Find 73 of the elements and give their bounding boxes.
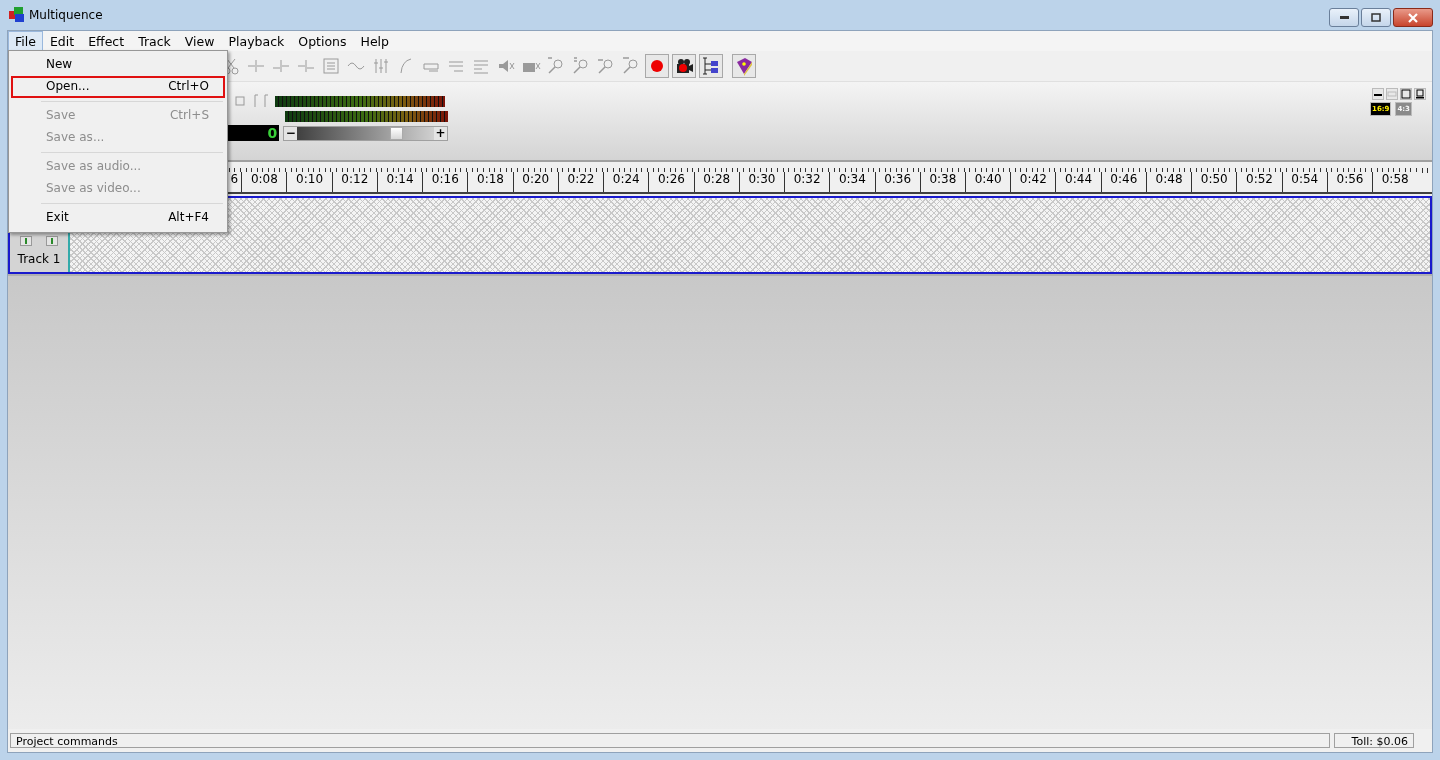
time-tick-label: 0:56 bbox=[1326, 172, 1373, 192]
diagram-button[interactable] bbox=[699, 54, 723, 78]
time-counter: 0 bbox=[225, 125, 280, 141]
monitor-view-button[interactable] bbox=[1414, 88, 1426, 100]
time-tick-label: 0:10 bbox=[286, 172, 332, 192]
time-tick-label: 0:50 bbox=[1191, 172, 1237, 192]
time-tick-label: 0:44 bbox=[1055, 172, 1101, 192]
monitor-view-icon bbox=[1415, 89, 1425, 99]
menu-item[interactable]: Options bbox=[291, 30, 354, 52]
record-button[interactable] bbox=[645, 54, 669, 78]
zoom-icon[interactable] bbox=[546, 56, 566, 76]
time-tick-label: 0:48 bbox=[1145, 172, 1192, 192]
minimize-view-button[interactable] bbox=[1372, 88, 1384, 100]
time-tick-label: 0:52 bbox=[1236, 172, 1282, 192]
diagram-icon bbox=[701, 56, 721, 76]
close-button[interactable] bbox=[1393, 8, 1433, 27]
time-tick-label: 0:32 bbox=[784, 172, 830, 192]
time-tick-label: 0:46 bbox=[1100, 172, 1146, 192]
menu-item[interactable]: Track bbox=[131, 30, 178, 52]
mute-toggle-icon bbox=[20, 236, 32, 246]
track-name: Track 1 bbox=[17, 252, 61, 266]
time-tick-label: 0:58 bbox=[1372, 172, 1418, 192]
time-tick-label: 0:36 bbox=[874, 172, 920, 192]
zoom-icon[interactable] bbox=[621, 56, 641, 76]
time-tick-label: 0:30 bbox=[738, 172, 785, 192]
time-tick-label: 0:16 bbox=[422, 172, 468, 192]
equalizer-icon[interactable] bbox=[371, 56, 391, 76]
time-tick-label: 0:24 bbox=[603, 172, 649, 192]
time-tick-label: 0:08 bbox=[241, 172, 287, 192]
menu-item[interactable]: File bbox=[8, 30, 43, 52]
volume-up-button[interactable]: + bbox=[434, 126, 447, 140]
video-record-button[interactable] bbox=[672, 54, 696, 78]
restore-icon bbox=[1371, 13, 1381, 22]
menu-option[interactable]: Open... Ctrl+O bbox=[11, 76, 225, 98]
zoom-icon[interactable] bbox=[596, 56, 616, 76]
time-tick-label: 0:22 bbox=[557, 172, 604, 192]
menu-option[interactable]: Exit Alt+F4 bbox=[11, 207, 225, 229]
time-tick-label: 0:12 bbox=[331, 172, 377, 192]
menu-item[interactable]: Edit bbox=[42, 30, 82, 52]
maximize-view-button[interactable] bbox=[1400, 88, 1412, 100]
time-tick-label: 0:14 bbox=[376, 172, 423, 192]
restore-view-icon bbox=[1387, 89, 1397, 99]
status-message: Project commands bbox=[10, 733, 1330, 748]
time-tick-label: 0:54 bbox=[1281, 172, 1327, 192]
toll-display: Toll: $0.06 bbox=[1334, 733, 1414, 748]
menu-item[interactable]: Playback bbox=[221, 30, 292, 52]
volume-down-button[interactable]: − bbox=[284, 126, 298, 140]
time-tick-label: 0:42 bbox=[1010, 172, 1056, 192]
time-tick-label: 0:38 bbox=[919, 172, 965, 192]
time-tick-label: 0:40 bbox=[965, 172, 1011, 192]
stop-icon bbox=[235, 96, 245, 106]
solo-toggle-icon bbox=[46, 236, 58, 246]
time-tick-label: 0:34 bbox=[829, 172, 875, 192]
time-tick-label: 0:26 bbox=[648, 172, 694, 192]
time-tick-label: 0:28 bbox=[693, 172, 739, 192]
zoom-icon[interactable] bbox=[571, 56, 591, 76]
restore-button[interactable] bbox=[1361, 8, 1391, 27]
close-icon bbox=[1408, 12, 1418, 23]
time-tick-label: 0:20 bbox=[512, 172, 558, 192]
list-icon[interactable] bbox=[321, 56, 341, 76]
app-logo-icon bbox=[9, 7, 25, 23]
minimize-icon bbox=[1339, 16, 1349, 19]
menu-option[interactable]: New bbox=[11, 54, 225, 76]
slider-thumb[interactable] bbox=[389, 126, 403, 140]
maximize-view-icon bbox=[1401, 89, 1411, 99]
volume-slider[interactable] bbox=[297, 126, 434, 140]
menu-item[interactable]: Effect bbox=[81, 30, 132, 52]
time-tick-label: 0:18 bbox=[467, 172, 513, 192]
window-title: Multiquence bbox=[29, 8, 103, 22]
menu-item[interactable]: View bbox=[177, 30, 222, 52]
menu-item[interactable]: Help bbox=[353, 30, 397, 52]
video-record-icon bbox=[674, 56, 694, 76]
minimize-button[interactable] bbox=[1329, 8, 1359, 27]
